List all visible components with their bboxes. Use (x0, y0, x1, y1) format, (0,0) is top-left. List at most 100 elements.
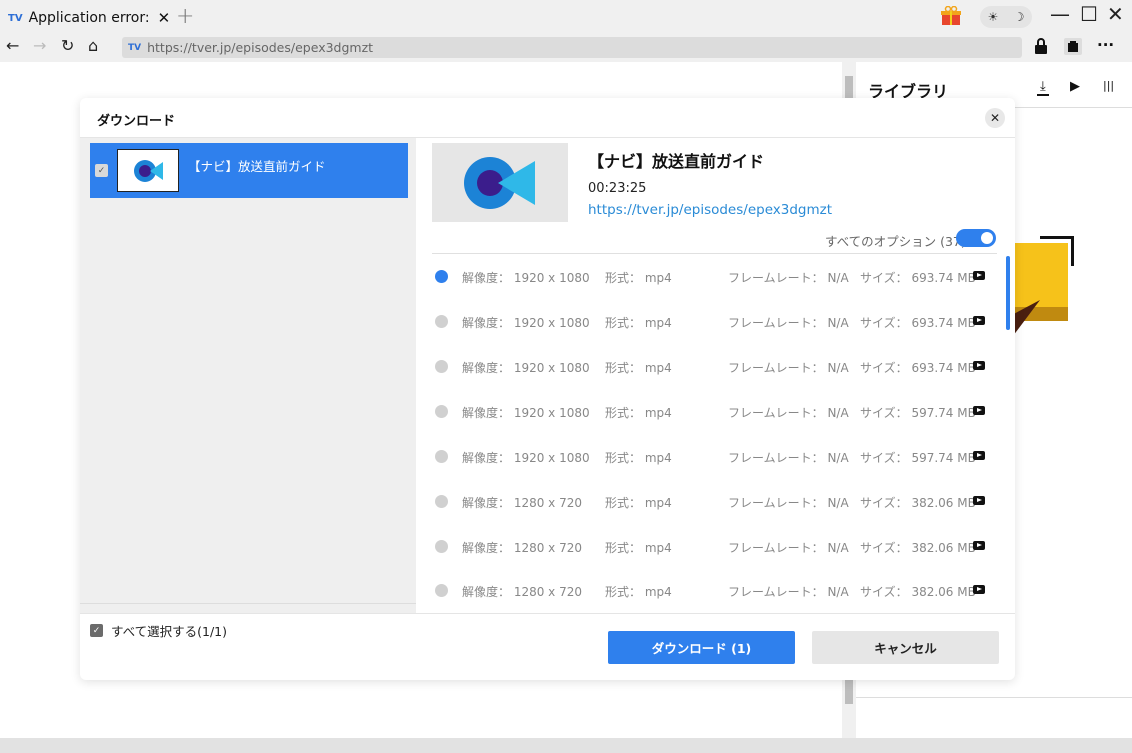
option-format: 形式： mp4 (605, 496, 672, 510)
dialog-title: ダウンロード (97, 114, 176, 129)
home-icon[interactable]: ⌂ (88, 36, 98, 55)
video-icon (973, 271, 985, 280)
option-resolution: 解像度： 1920 x 1080 (462, 406, 590, 420)
select-all-label: すべて選択する(1/1) (111, 624, 227, 639)
option-resolution: 解像度： 1920 x 1080 (462, 316, 590, 330)
option-size: サイズ： 597.74 MB (860, 451, 976, 465)
tab-close-icon[interactable]: ✕ (158, 9, 171, 27)
tver-logo-icon (134, 160, 163, 182)
audio-tab-icon[interactable]: ||| (1103, 79, 1114, 92)
status-bar (0, 738, 1132, 753)
video-list-item[interactable]: ✓ 【ナビ】放送直前ガイド (90, 143, 408, 198)
option-size: サイズ： 693.74 MB (860, 316, 976, 330)
download-button[interactable]: ダウンロード (1) (608, 631, 795, 664)
maximize-icon[interactable]: ☐ (1080, 2, 1098, 26)
dialog-close-button[interactable]: ✕ (985, 108, 1005, 128)
option-size: サイズ： 693.74 MB (860, 271, 976, 285)
new-tab-button[interactable]: + (176, 4, 194, 29)
option-radio[interactable] (435, 270, 448, 283)
video-title: 【ナビ】放送直前ガイド (588, 152, 765, 171)
left-pane-divider (80, 603, 416, 604)
all-options-toggle[interactable] (956, 229, 996, 247)
option-format: 形式： mp4 (605, 316, 672, 330)
close-window-icon[interactable]: ✕ (1107, 2, 1124, 26)
video-icon (973, 316, 985, 325)
forward-icon[interactable]: → (33, 36, 46, 55)
reload-icon[interactable]: ↻ (61, 36, 74, 55)
option-row[interactable]: 解像度： 1280 x 720 形式： mp4 フレームレート： N/A サイズ： 3… (435, 492, 995, 512)
option-resolution: 解像度： 1920 x 1080 (462, 361, 590, 375)
cancel-button[interactable]: キャンセル (812, 631, 999, 664)
option-format: 形式： mp4 (605, 361, 672, 375)
sidebar-divider-bottom (856, 697, 1132, 698)
option-size: サイズ： 693.74 MB (860, 361, 976, 375)
option-radio[interactable] (435, 405, 448, 418)
video-list-item-title: 【ナビ】放送直前ガイド (188, 159, 326, 174)
option-framerate: フレームレート： N/A (728, 406, 849, 420)
option-format: 形式： mp4 (605, 541, 672, 555)
option-resolution: 解像度： 1280 x 720 (462, 541, 582, 555)
option-resolution: 解像度： 1920 x 1080 (462, 451, 590, 465)
options-scrollbar[interactable] (1006, 256, 1010, 330)
all-options-label: すべてのオプション (37) (825, 234, 966, 249)
more-icon[interactable]: ··· (1097, 36, 1114, 54)
video-icon (973, 541, 985, 550)
scrollbar-thumb[interactable] (845, 76, 853, 100)
option-radio[interactable] (435, 360, 448, 373)
option-radio[interactable] (435, 450, 448, 463)
download-tab-icon[interactable]: ⤓ (1037, 79, 1049, 96)
video-list-pane: ✓ 【ナビ】放送直前ガイド ✓ すべて選択する(1/1) (80, 138, 416, 639)
video-duration: 00:23:25 (588, 181, 647, 196)
tver-favicon-icon: TV (128, 42, 142, 53)
video-icon (973, 451, 985, 460)
moon-icon: ☽ (1013, 10, 1025, 24)
gift-icon[interactable] (940, 6, 962, 26)
option-radio[interactable] (435, 540, 448, 553)
sun-icon: ☀ (987, 10, 999, 24)
video-icon (973, 406, 985, 415)
option-row[interactable]: 解像度： 1920 x 1080 形式： mp4 フレームレート： N/A サイズ： … (435, 402, 995, 422)
browser-tab[interactable]: TV Application error: ✕ (8, 4, 170, 32)
scrollbar-thumb-lower[interactable] (845, 680, 853, 704)
select-all[interactable]: ✓ すべて選択する(1/1) (90, 621, 227, 640)
option-radio[interactable] (435, 584, 448, 597)
video-icon (973, 585, 985, 594)
theme-toggle[interactable]: ☀ ☽ (980, 6, 1032, 28)
option-size: サイズ： 597.74 MB (860, 406, 976, 420)
lock-icon[interactable] (1034, 38, 1048, 54)
url-field[interactable]: TV https://tver.jp/episodes/epex3dgmzt (122, 37, 1022, 58)
option-format: 形式： mp4 (605, 585, 672, 599)
tver-logo-icon (464, 157, 535, 209)
youtube-tab-icon[interactable]: ▶ (1070, 79, 1080, 94)
option-format: 形式： mp4 (605, 451, 672, 465)
tver-favicon-icon: TV (8, 12, 23, 24)
option-row[interactable]: 解像度： 1920 x 1080 形式： mp4 フレームレート： N/A サイズ： … (435, 447, 995, 467)
option-framerate: フレームレート： N/A (728, 585, 849, 599)
video-link[interactable]: https://tver.jp/episodes/epex3dgmzt (588, 202, 832, 218)
option-framerate: フレームレート： N/A (728, 316, 849, 330)
download-dialog: ダウンロード ✕ ✓ 【ナビ】放送直前ガイド ✓ すべて選択する(1/1) 【ナ… (80, 98, 1015, 680)
option-row[interactable]: 解像度： 1280 x 720 形式： mp4 フレームレート： N/A サイズ： 3… (435, 581, 995, 601)
select-all-checkbox[interactable]: ✓ (90, 624, 103, 637)
option-size: サイズ： 382.06 MB (860, 585, 976, 599)
option-row[interactable]: 解像度： 1280 x 720 形式： mp4 フレームレート： N/A サイズ： 3… (435, 537, 995, 557)
option-format: 形式： mp4 (605, 271, 672, 285)
option-framerate: フレームレート： N/A (728, 496, 849, 510)
download-manager-icon[interactable] (1064, 38, 1082, 55)
tab-title: Application error: (28, 10, 150, 26)
background-illustration-frame (1040, 236, 1074, 266)
option-framerate: フレームレート： N/A (728, 271, 849, 285)
option-radio[interactable] (435, 495, 448, 508)
option-row[interactable]: 解像度： 1920 x 1080 形式： mp4 フレームレート： N/A サイズ： … (435, 267, 995, 287)
url-text: https://tver.jp/episodes/epex3dgmzt (147, 40, 374, 55)
back-icon[interactable]: ← (6, 36, 19, 55)
minimize-icon[interactable]: — (1050, 2, 1070, 26)
option-framerate: フレームレート： N/A (728, 361, 849, 375)
item-checkbox[interactable]: ✓ (95, 164, 108, 177)
video-icon (973, 361, 985, 370)
option-row[interactable]: 解像度： 1920 x 1080 形式： mp4 フレームレート： N/A サイズ： … (435, 357, 995, 377)
option-size: サイズ： 382.06 MB (860, 496, 976, 510)
dialog-footer-divider (80, 613, 1015, 614)
option-radio[interactable] (435, 315, 448, 328)
option-row[interactable]: 解像度： 1920 x 1080 形式： mp4 フレームレート： N/A サイズ： … (435, 312, 995, 332)
